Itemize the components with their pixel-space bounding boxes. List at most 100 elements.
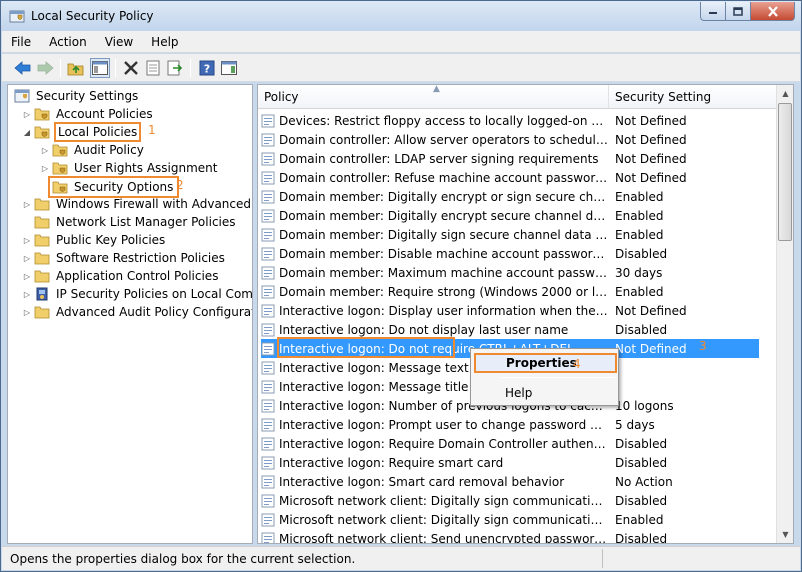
- expand-arrow-icon[interactable]: ▷: [40, 145, 50, 155]
- folder-icon: [34, 270, 50, 283]
- tree-item-user-rights-assignment[interactable]: ▷ User Rights Assignment: [40, 159, 219, 177]
- delete-icon: [124, 61, 138, 75]
- policy-setting-icon: [261, 190, 275, 203]
- help-button[interactable]: ?: [197, 58, 217, 78]
- table-row[interactable]: Interactive logon: Smart card removal be…: [261, 472, 759, 491]
- tree-item-advanced-audit[interactable]: ▷ Advanced Audit Policy Configuration: [22, 303, 252, 321]
- security-setting-value: Not Defined: [615, 341, 687, 356]
- context-menu-help[interactable]: Help: [475, 383, 615, 403]
- forward-button[interactable]: [35, 58, 55, 78]
- table-row[interactable]: Domain member: Require strong (Windows 2…: [261, 282, 759, 301]
- annotation-number: 1: [148, 123, 156, 137]
- column-header-label: Policy: [264, 89, 299, 104]
- policy-name: Interactive logon: Smart card removal be…: [279, 474, 565, 489]
- tree-label: Network List Manager Policies: [56, 215, 236, 229]
- table-row[interactable]: Interactive logon: Prompt user to change…: [261, 415, 759, 434]
- policy-setting-icon: [261, 152, 275, 165]
- tree-item-software-restriction[interactable]: ▷ Software Restriction Policies: [22, 249, 227, 267]
- table-row[interactable]: Domain member: Digitally encrypt or sign…: [261, 187, 759, 206]
- scroll-thumb[interactable]: [778, 103, 792, 241]
- expand-arrow-icon[interactable]: ▷: [22, 271, 32, 281]
- show-action-pane-button[interactable]: [219, 58, 239, 78]
- console-tree: Security Settings ▷ Account Policies ◢ L…: [7, 84, 253, 544]
- collapse-arrow-icon[interactable]: ◢: [22, 127, 32, 137]
- policy-name: Domain member: Require strong (Windows 2…: [279, 284, 609, 299]
- back-button[interactable]: [13, 58, 33, 78]
- expand-arrow-icon[interactable]: ▷: [22, 199, 32, 209]
- tree-label: Local Policies: [54, 122, 142, 142]
- policy-name: Devices: Restrict floppy access to local…: [279, 113, 609, 128]
- scroll-up-icon[interactable]: ▲: [777, 85, 793, 102]
- table-row[interactable]: Domain member: Disable machine account p…: [261, 244, 759, 263]
- vertical-scrollbar[interactable]: ▲ ▼: [776, 85, 793, 543]
- tree-item-ip-security[interactable]: ▷ IP Security Policies on Local Compute: [22, 285, 252, 303]
- tree-item-local-policies[interactable]: ◢ Local Policies: [22, 122, 142, 142]
- show-action-pane-icon: [221, 61, 237, 75]
- policy-list: ▲ Policy Security Setting Devices: Restr…: [257, 84, 794, 544]
- table-row[interactable]: Microsoft network client: Send unencrypt…: [261, 529, 759, 544]
- table-row[interactable]: Microsoft network client: Digitally sign…: [261, 491, 759, 510]
- table-row[interactable]: Interactive logon: Require Domain Contro…: [261, 434, 759, 453]
- minimize-button[interactable]: [700, 2, 726, 21]
- table-row[interactable]: Domain controller: Allow server operator…: [261, 130, 759, 149]
- security-setting-value: Disabled: [615, 531, 668, 544]
- folder-icon: [34, 234, 50, 247]
- menu-action[interactable]: Action: [40, 35, 96, 49]
- menu-file[interactable]: File: [2, 35, 40, 49]
- menu-view[interactable]: View: [96, 35, 142, 49]
- tree-item-application-control[interactable]: ▷ Application Control Policies: [22, 267, 220, 285]
- tree-item-windows-firewall[interactable]: ▷ Windows Firewall with Advanced Secu: [22, 195, 252, 213]
- scroll-down-icon[interactable]: ▼: [777, 526, 793, 543]
- table-row[interactable]: Interactive logon: Display user informat…: [261, 301, 759, 320]
- status-text: Opens the properties dialog box for the …: [10, 551, 356, 566]
- title-bar[interactable]: Local Security Policy: [1, 1, 801, 31]
- context-menu-properties[interactable]: Properties: [474, 353, 617, 373]
- properties-button[interactable]: [143, 58, 163, 78]
- policy-name: Domain controller: LDAP server signing r…: [279, 151, 599, 166]
- menu-help[interactable]: Help: [142, 35, 187, 49]
- tree-item-security-settings[interactable]: Security Settings: [14, 87, 140, 105]
- local-security-policy-window: Local Security Policy File Action View H…: [0, 0, 802, 572]
- annotation-number: 3: [699, 339, 707, 353]
- table-row[interactable]: Domain controller: LDAP server signing r…: [261, 149, 759, 168]
- table-row[interactable]: Domain controller: Refuse machine accoun…: [261, 168, 759, 187]
- policy-name: Domain member: Digitally encrypt secure …: [279, 208, 609, 223]
- table-row[interactable]: Domain member: Digitally sign secure cha…: [261, 225, 759, 244]
- table-row[interactable]: Domain member: Digitally encrypt secure …: [261, 206, 759, 225]
- table-row[interactable]: Devices: Restrict floppy access to local…: [261, 111, 759, 130]
- properties-icon: [146, 60, 160, 76]
- show-hide-tree-button[interactable]: [90, 58, 110, 78]
- column-header-policy[interactable]: ▲ Policy: [258, 85, 609, 109]
- policy-setting-icon: [261, 304, 275, 317]
- policy-folder-icon: [52, 162, 68, 175]
- expand-arrow-icon[interactable]: ▷: [22, 253, 32, 263]
- maximize-button[interactable]: [726, 2, 751, 21]
- expand-arrow-icon[interactable]: ▷: [22, 307, 32, 317]
- tree-item-account-policies[interactable]: ▷ Account Policies: [22, 105, 155, 123]
- selection-highlight-box: [277, 337, 455, 358]
- close-icon: [767, 5, 778, 17]
- policy-setting-icon: [261, 266, 275, 279]
- tree-item-public-key-policies[interactable]: ▷ Public Key Policies: [22, 231, 167, 249]
- up-folder-button[interactable]: [66, 58, 86, 78]
- policy-name: Domain member: Digitally encrypt or sign…: [279, 189, 609, 204]
- expand-arrow-icon[interactable]: ▷: [40, 163, 50, 173]
- forward-icon: [37, 61, 54, 75]
- expand-arrow-icon[interactable]: ▷: [22, 289, 32, 299]
- export-list-button[interactable]: [165, 58, 185, 78]
- security-setting-value: Not Defined: [615, 170, 687, 185]
- policy-setting-icon: [261, 209, 275, 222]
- column-header-security-setting[interactable]: Security Setting: [609, 85, 777, 109]
- table-row[interactable]: Microsoft network client: Digitally sign…: [261, 510, 759, 529]
- annotation-number: 4: [573, 357, 581, 371]
- policy-setting-icon: [261, 437, 275, 450]
- security-setting-value: Not Defined: [615, 303, 687, 318]
- tree-item-audit-policy[interactable]: ▷ Audit Policy: [40, 141, 146, 159]
- close-button[interactable]: [751, 2, 795, 21]
- delete-button[interactable]: [121, 58, 141, 78]
- table-row[interactable]: Interactive logon: Require smart card Dis…: [261, 453, 759, 472]
- tree-item-network-list-manager[interactable]: Network List Manager Policies: [22, 213, 238, 231]
- expand-arrow-icon[interactable]: ▷: [22, 109, 32, 119]
- expand-arrow-icon[interactable]: ▷: [22, 235, 32, 245]
- table-row[interactable]: Domain member: Maximum machine account p…: [261, 263, 759, 282]
